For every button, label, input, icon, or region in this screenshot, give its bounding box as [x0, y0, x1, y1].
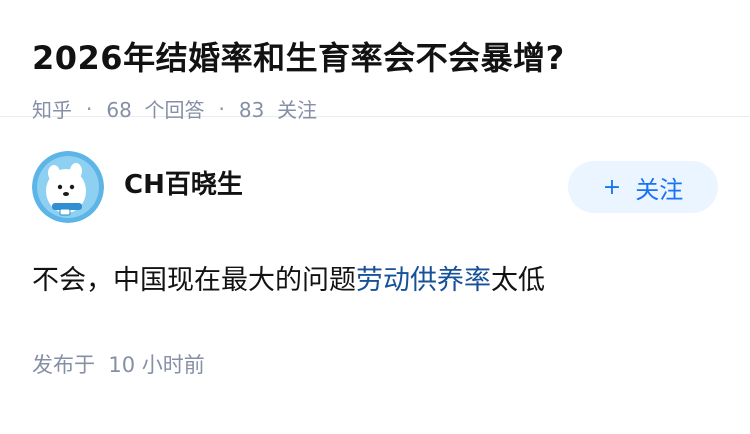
- content-text: 太低: [491, 265, 545, 296]
- author-name[interactable]: CH百晓生: [124, 164, 568, 201]
- source-label[interactable]: 知乎: [32, 94, 72, 123]
- follow-button[interactable]: + 关注: [568, 161, 718, 213]
- content-text: 不会，中国现在最大的问题: [32, 265, 356, 296]
- answer-card: CH百晓生 + 关注 不会，中国现在最大的问题劳动供养率太低 发布于 10 小时…: [0, 117, 750, 379]
- meta-separator: ·: [218, 96, 225, 121]
- content-link[interactable]: 劳动供养率: [356, 265, 491, 296]
- meta-separator: ·: [86, 96, 93, 121]
- avatar[interactable]: [32, 151, 104, 223]
- follows-count[interactable]: 83 关注: [239, 94, 317, 123]
- question-title[interactable]: 2026年结婚率和生育率会不会暴增?: [32, 34, 718, 82]
- answers-count[interactable]: 68 个回答: [106, 94, 204, 123]
- author-row: CH百晓生 + 关注: [32, 149, 718, 225]
- follow-button-label: 关注: [635, 175, 684, 204]
- plus-icon: +: [602, 174, 622, 200]
- answer-content[interactable]: 不会，中国现在最大的问题劳动供养率太低: [32, 261, 718, 301]
- publish-time: 发布于 10 小时前: [32, 353, 205, 377]
- question-header: 2026年结婚率和生育率会不会暴增? 知乎 · 68 个回答 · 83 关注: [0, 0, 750, 122]
